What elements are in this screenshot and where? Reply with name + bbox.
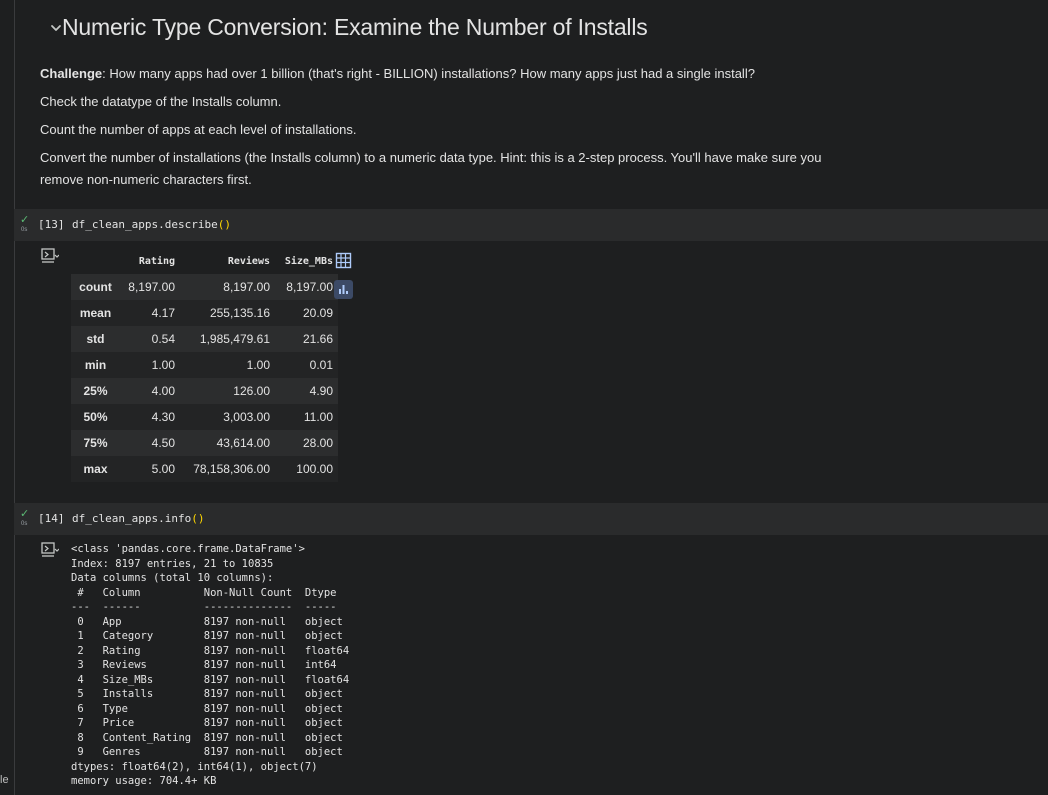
table-cell: 1.00 <box>151 358 175 372</box>
table-row: std 0.54 1,985,479.61 21.66 <box>71 326 338 352</box>
table-cell: 0.54 <box>151 332 175 346</box>
section-heading: Numeric Type Conversion: Examine the Num… <box>62 14 648 40</box>
table-cell: 20.09 <box>302 306 333 320</box>
table-cell: 8,197.00 <box>286 280 333 294</box>
execution-count: [14] <box>38 512 65 525</box>
row-label: max <box>83 462 108 476</box>
column-header: Size_MBs <box>284 255 333 267</box>
table-row: 25% 4.00 126.00 4.90 <box>71 378 338 404</box>
table-row: mean 4.17 255,135.16 20.09 <box>71 300 338 326</box>
info-output: <class 'pandas.core.frame.DataFrame'> In… <box>71 543 350 787</box>
row-label: min <box>84 358 107 372</box>
suggest-chart-button[interactable] <box>334 280 353 299</box>
run-duration: 0s <box>21 227 28 233</box>
bar-chart-icon <box>339 285 348 294</box>
challenge-paragraph: Challenge: How many apps had over 1 bill… <box>40 64 860 84</box>
column-header: Rating <box>138 255 175 267</box>
notebook-page: le Numeric Type Conversion: Examine the … <box>0 0 1048 795</box>
table-cell: 78,158,306.00 <box>193 462 270 476</box>
table-cell: 8,197.00 <box>128 280 175 294</box>
table-cell: 4.50 <box>151 436 175 450</box>
challenge-text: : How many apps had over 1 billion (that… <box>102 66 755 81</box>
table-cell: 4.90 <box>309 384 333 398</box>
table-cell: 4.00 <box>151 384 175 398</box>
row-label: 50% <box>83 410 108 424</box>
index-header <box>71 248 120 274</box>
table-cell: 28.00 <box>302 436 333 450</box>
gutter-label: le <box>0 774 9 786</box>
row-label: 75% <box>83 436 108 450</box>
table-row: count 8,197.00 8,197.00 8,197.00 <box>71 274 338 300</box>
row-label: mean <box>79 306 112 320</box>
table-cell: 11.00 <box>303 410 333 424</box>
execution-count: [13] <box>38 218 65 231</box>
convert-paragraph: Convert the number of installations (the… <box>40 148 860 190</box>
table-cell: 100.00 <box>296 462 333 476</box>
table-row: 50% 4.30 3,003.00 11.00 <box>71 404 338 430</box>
table-header-row: Rating Reviews Size_MBs <box>71 248 338 274</box>
code-editor[interactable]: df_clean_apps.describe() <box>72 218 231 231</box>
code-editor[interactable]: df_clean_apps.info() <box>72 512 204 525</box>
table-cell: 8,197.00 <box>223 280 270 294</box>
table-row: max 5.00 78,158,306.00 100.00 <box>71 456 338 482</box>
table-cell: 0.01 <box>309 358 333 372</box>
row-label: count <box>79 280 112 294</box>
output-toggle-icon[interactable] <box>41 248 60 264</box>
code-cell-14[interactable]: ✓ 0s [14] df_clean_apps.info() <box>14 503 1048 535</box>
code-paren-close: ) <box>197 512 205 525</box>
code-cell-13[interactable]: ✓ 0s [13] df_clean_apps.describe() <box>14 209 1048 241</box>
table-cell: 21.66 <box>302 332 333 346</box>
row-label: std <box>86 332 105 346</box>
output-toggle-icon[interactable] <box>41 542 60 558</box>
table-row: min 1.00 1.00 0.01 <box>71 352 338 378</box>
table-view-button[interactable] <box>334 251 353 270</box>
run-status-button[interactable]: ✓ 0s <box>20 214 32 235</box>
column-header: Reviews <box>227 255 270 267</box>
row-label: 25% <box>83 384 108 398</box>
datatype-paragraph: Check the datatype of the Installs colum… <box>40 94 282 109</box>
run-status-button[interactable]: ✓ 0s <box>20 508 32 529</box>
check-icon: ✓ <box>20 214 30 226</box>
table-cell: 4.17 <box>151 306 175 320</box>
table-row: 75% 4.50 43,614.00 28.00 <box>71 430 338 456</box>
challenge-label: Challenge <box>40 66 103 81</box>
table-cell: 4.30 <box>151 410 175 424</box>
code-text: df_clean_apps.describe <box>72 218 218 231</box>
table-cell: 1.00 <box>246 358 270 372</box>
table-cell: 3,003.00 <box>223 410 270 424</box>
table-icon <box>335 252 352 269</box>
convert-line-1: Convert the number of installations (the… <box>40 150 822 165</box>
code-text: df_clean_apps.info <box>72 512 192 525</box>
convert-line-2: remove non-numeric characters first. <box>40 172 252 187</box>
markdown-cell[interactable]: Numeric Type Conversion: Examine the Num… <box>14 0 1048 200</box>
code-paren-open: ( <box>191 512 198 525</box>
table-cell: 255,135.16 <box>209 306 270 320</box>
table-cell: 43,614.00 <box>216 436 270 450</box>
table-cell: 126.00 <box>233 384 270 398</box>
left-gutter: le <box>0 0 15 795</box>
table-cell: 1,985,479.61 <box>199 332 270 346</box>
check-icon: ✓ <box>20 508 30 520</box>
count-paragraph: Count the number of apps at each level o… <box>40 122 357 137</box>
run-duration: 0s <box>21 521 28 527</box>
describe-table: Rating Reviews Size_MBs count 8,197.00 8… <box>71 248 338 482</box>
code-paren-close: ) <box>224 218 231 231</box>
table-cell: 5.00 <box>151 462 175 476</box>
